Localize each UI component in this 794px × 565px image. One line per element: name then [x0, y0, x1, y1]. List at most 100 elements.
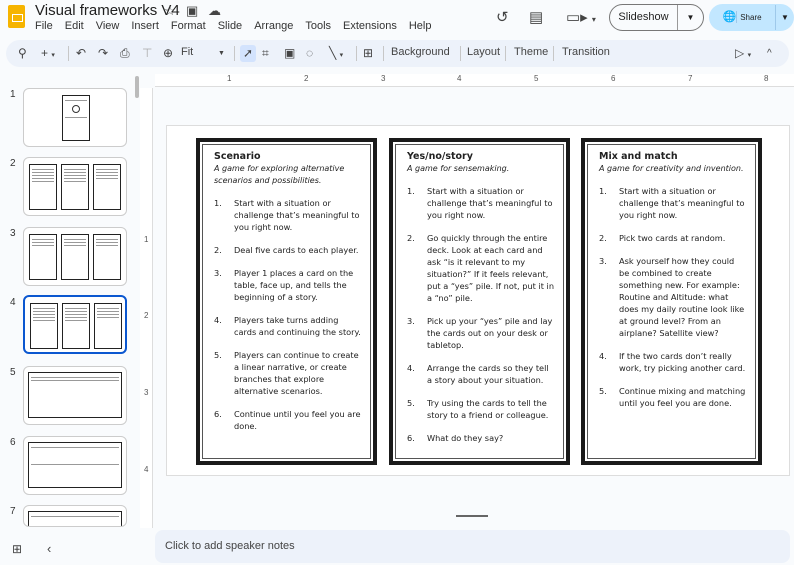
step-number: 3.	[407, 316, 415, 326]
theme-button[interactable]: Theme	[514, 46, 548, 58]
step-number: 4.	[407, 363, 415, 373]
step-item: 1. Start with a situation or challenge th…	[599, 185, 746, 221]
notes-resize-handle[interactable]	[456, 515, 488, 517]
step-item: 2. Pick two cards at random.	[599, 232, 746, 244]
step-item: 2. Go quickly through the entire deck. Lo…	[407, 232, 554, 304]
step-number: 6.	[407, 433, 415, 443]
slide-thumbnail[interactable]	[23, 366, 127, 425]
step-text: Try using the cards to tell the story to…	[427, 398, 549, 420]
slideshow-label[interactable]: Slideshow	[610, 5, 678, 30]
add-comment-icon[interactable]: ⊞	[363, 45, 373, 62]
card-subtitle: A game for sensemaking.	[407, 164, 510, 173]
slide-thumbnail[interactable]	[23, 436, 127, 495]
zoom-select[interactable]: Fit	[181, 46, 193, 58]
slide-number: 7	[10, 506, 16, 517]
slide-number: 1	[10, 89, 16, 100]
share-button[interactable]: 🌐 Share ▼	[709, 4, 794, 31]
step-number: 5.	[599, 386, 607, 396]
step-item: 6. What do they say?	[407, 432, 554, 444]
slide-thumbnail[interactable]	[23, 227, 127, 286]
menu-file[interactable]: File	[35, 20, 53, 32]
slide-number: 4	[10, 297, 16, 308]
zoom-icon[interactable]: ⊕	[163, 45, 173, 62]
step-item: 6. Continue until you feel you are done.	[214, 408, 361, 432]
menu-arrange[interactable]: Arrange	[254, 20, 293, 32]
step-text: Continue until you feel you are done.	[234, 409, 361, 431]
menu-slide[interactable]: Slide	[218, 20, 242, 32]
slideshow-button[interactable]: Slideshow ▼	[609, 4, 704, 31]
speaker-notes[interactable]: Click to add speaker notes	[155, 530, 790, 563]
step-text: Ask yourself how they could be combined …	[619, 256, 745, 338]
divider	[234, 46, 235, 61]
transition-button[interactable]: Transition	[562, 46, 610, 58]
step-number: 3.	[599, 256, 607, 266]
slide-thumbnail-selected[interactable]	[23, 295, 127, 354]
image-icon[interactable]: ▣	[284, 45, 295, 62]
redo-icon[interactable]: ↷	[98, 45, 108, 62]
step-item: 4. Arrange the cards so they tell a story…	[407, 362, 554, 386]
menu-edit[interactable]: Edit	[65, 20, 84, 32]
search-menus-icon[interactable]: ⚲	[18, 45, 27, 62]
slide-thumbnail[interactable]	[23, 505, 127, 527]
step-text: Start with a situation or challenge that…	[427, 186, 553, 220]
print-icon[interactable]: ⎙	[120, 45, 130, 62]
menu-tools[interactable]: Tools	[305, 20, 331, 32]
paint-format-icon[interactable]: ⊤	[142, 45, 152, 62]
step-number: 6.	[214, 409, 222, 419]
divider	[68, 46, 69, 61]
line-icon[interactable]: ╲ ▾	[329, 45, 343, 64]
menu-bar: File Edit View Insert Format Slide Arran…	[35, 20, 431, 32]
divider	[505, 46, 506, 61]
divider	[553, 46, 554, 61]
horizontal-ruler[interactable]: 1 2 3 4 5 6 7 8	[155, 74, 794, 87]
meet-icon[interactable]: ▭▸ ▾	[566, 8, 596, 26]
menu-help[interactable]: Help	[409, 20, 432, 32]
step-item: 5. Players can continue to create a linea…	[214, 349, 361, 397]
slide-thumbnail[interactable]	[23, 88, 127, 147]
slide-canvas[interactable]: Scenario A game for exploring alternative…	[166, 125, 790, 476]
star-icon[interactable]: ☆	[164, 3, 176, 19]
share-dropdown-icon[interactable]: ▼	[776, 13, 794, 22]
slides-logo[interactable]	[8, 5, 25, 28]
filmstrip-scrollbar[interactable]	[135, 76, 139, 98]
ruler-label: 4	[144, 465, 149, 474]
new-slide-icon[interactable]: + ▾	[41, 45, 55, 64]
cloud-status-icon[interactable]: ☁	[208, 3, 221, 19]
menu-view[interactable]: View	[96, 20, 120, 32]
step-text: Continue mixing and matching until you f…	[619, 386, 746, 408]
text-box-icon[interactable]: ⌗	[262, 45, 269, 62]
step-item: 4. If the two cards don’t really work, tr…	[599, 350, 746, 374]
comments-icon[interactable]: ▤	[529, 8, 543, 26]
move-folder-icon[interactable]: ▣	[186, 3, 198, 19]
vertical-ruler[interactable]: 1 2 3 4	[140, 88, 153, 528]
collapse-panel-icon[interactable]: ‹	[47, 541, 51, 556]
undo-icon[interactable]: ↶	[76, 45, 86, 62]
document-title[interactable]: Visual frameworks V4	[35, 2, 180, 19]
zoom-dropdown-icon[interactable]: ▼	[218, 45, 225, 62]
divider	[356, 46, 357, 61]
card-subtitle: A game for exploring alternative scenari…	[214, 164, 345, 185]
step-item: 1. Start with a situation or challenge th…	[407, 185, 554, 221]
collapse-toolbar-icon[interactable]: ^	[767, 45, 772, 62]
menu-insert[interactable]: Insert	[131, 20, 159, 32]
layout-button[interactable]: Layout	[467, 46, 500, 58]
ruler-label: 1	[227, 74, 232, 83]
version-history-icon[interactable]: ↺	[496, 8, 509, 26]
slideshow-dropdown-icon[interactable]: ▼	[678, 13, 703, 22]
step-number: 4.	[214, 315, 222, 325]
ruler-label: 5	[534, 74, 539, 83]
slide-thumbnail[interactable]	[23, 157, 127, 216]
share-text: Share	[740, 13, 762, 22]
step-number: 1.	[214, 198, 222, 208]
menu-format[interactable]: Format	[171, 20, 206, 32]
editing-mode-icon[interactable]: ▷ ▾	[735, 45, 751, 64]
menu-extensions[interactable]: Extensions	[343, 20, 397, 32]
background-button[interactable]: Background	[391, 46, 450, 58]
ruler-label: 2	[304, 74, 309, 83]
share-label[interactable]: 🌐 Share	[709, 5, 776, 30]
shape-icon[interactable]: ◌	[306, 45, 313, 62]
grid-view-icon[interactable]: ⊞	[12, 542, 22, 556]
select-tool-icon[interactable]: ➚	[240, 45, 257, 62]
step-text: Deal five cards to each player.	[234, 245, 359, 255]
step-item: 3. Player 1 places a card on the table, f…	[214, 267, 361, 303]
